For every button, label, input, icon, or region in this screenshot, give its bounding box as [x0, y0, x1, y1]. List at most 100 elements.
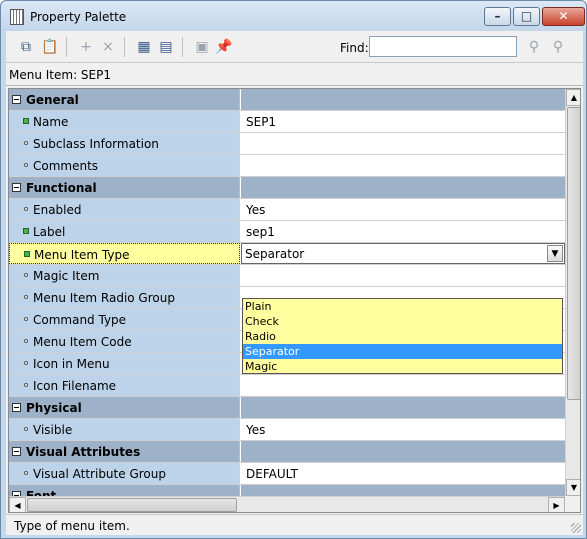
property-name-cell: Visible [9, 419, 240, 440]
dropdown-option-highlighted[interactable]: Separator [243, 344, 562, 359]
menu-item-type-select[interactable]: Separator ▼ [241, 243, 565, 264]
status-bar: Type of menu item. [6, 514, 583, 535]
property-name-cell: Icon in Menu [9, 353, 240, 374]
default-bullet-icon [24, 471, 28, 475]
add-icon[interactable]: + [76, 37, 96, 57]
property-label: Name [33, 115, 69, 129]
find-next-icon[interactable]: ⚲ [548, 37, 568, 57]
property-name-cell: Comments [9, 155, 240, 176]
vertical-scrollbar[interactable]: ▲ ▼ [565, 89, 580, 496]
property-value-cell[interactable]: Yes [241, 419, 565, 440]
group-visual-attributes[interactable]: Visual Attributes [9, 441, 565, 463]
scroll-up-icon[interactable]: ▲ [566, 89, 580, 106]
scroll-down-icon[interactable]: ▼ [566, 479, 580, 496]
toolbar: ⧉ 📋 + × ▦ ▤ ▣ 📌 Find: ⚲ ⚲ [6, 31, 583, 63]
close-button[interactable]: ✕ [542, 7, 585, 26]
scroll-right-icon[interactable]: ▶ [548, 497, 565, 512]
property-value-cell[interactable] [241, 133, 565, 154]
horizontal-scroll-thumb[interactable] [27, 498, 237, 512]
property-value-cell[interactable]: SEP1 [241, 111, 565, 132]
property-value-cell[interactable] [241, 375, 565, 396]
chevron-down-icon[interactable]: ▼ [547, 245, 563, 262]
group-general[interactable]: General [9, 89, 565, 111]
paste-icon[interactable]: 📋 [40, 37, 60, 57]
property-label: Label [33, 225, 66, 239]
property-value-cell[interactable] [241, 155, 565, 176]
default-bullet-icon [24, 141, 28, 145]
default-bullet-icon [24, 427, 28, 431]
group-functional[interactable]: Functional [9, 177, 565, 199]
property-name-cell: Label [9, 221, 240, 242]
dropdown-option[interactable]: Check [243, 314, 562, 329]
horizontal-scrollbar[interactable]: ◀ ▶ [9, 496, 565, 512]
delete-icon[interactable]: × [98, 37, 118, 57]
property-row-menu-item-type[interactable]: Menu Item Type Separator ▼ [9, 243, 565, 265]
toolbar-separator [124, 37, 125, 57]
property-label: Visible [33, 423, 73, 437]
modified-bullet-icon [23, 118, 29, 124]
property-row-visible[interactable]: Visible Yes [9, 419, 565, 441]
property-label: Visual Attribute Group [33, 467, 166, 481]
property-value-cell[interactable]: Yes [241, 199, 565, 220]
property-label: Command Type [33, 313, 127, 327]
property-name-cell: Magic Item [9, 265, 240, 286]
inherit-icon[interactable]: ▣ [192, 37, 212, 57]
pin-icon[interactable]: 📌 [214, 37, 234, 57]
title-bar[interactable]: Property Palette – □ ✕ [1, 1, 586, 31]
property-row-visual-attribute-group[interactable]: Visual Attribute Group DEFAULT [9, 463, 565, 485]
property-label: Magic Item [33, 269, 100, 283]
property-row-magic-item[interactable]: Magic Item [9, 265, 565, 287]
group-label: Visual Attributes [26, 445, 141, 459]
property-label: Menu Item Code [33, 335, 132, 349]
default-bullet-icon [24, 339, 28, 343]
collapse-icon[interactable] [12, 403, 21, 412]
default-bullet-icon [24, 317, 28, 321]
dropdown-option[interactable]: Plain [243, 299, 562, 314]
property-value-cell[interactable]: DEFAULT [241, 463, 565, 484]
dropdown-option[interactable]: Magic [243, 359, 562, 374]
union-icon[interactable]: ▤ [156, 37, 176, 57]
property-name-cell: Menu Item Radio Group [9, 287, 240, 308]
property-value: SEP1 [246, 115, 277, 129]
property-value-cell[interactable]: Separator ▼ [241, 243, 565, 264]
vertical-scroll-thumb[interactable] [567, 107, 580, 400]
maximize-icon: □ [520, 9, 533, 23]
collapse-icon[interactable] [12, 95, 21, 104]
group-value-cell [241, 177, 565, 198]
default-bullet-icon [24, 273, 28, 277]
property-row-comments[interactable]: Comments [9, 155, 565, 177]
property-row-enabled[interactable]: Enabled Yes [9, 199, 565, 221]
property-label: Menu Item Radio Group [33, 291, 175, 305]
group-name-cell: Visual Attributes [9, 441, 240, 462]
minimize-button[interactable]: – [484, 7, 511, 26]
property-row-label[interactable]: Label sep1 [9, 221, 565, 243]
property-value-cell[interactable] [241, 265, 565, 286]
group-physical[interactable]: Physical [9, 397, 565, 419]
copy-icon[interactable]: ⧉ [16, 37, 36, 57]
resize-grip-icon[interactable] [571, 523, 581, 533]
find-input[interactable] [369, 36, 517, 57]
scroll-left-icon[interactable]: ◀ [9, 497, 26, 512]
status-text: Type of menu item. [14, 519, 130, 533]
dropdown-option[interactable]: Radio [243, 329, 562, 344]
group-label: General [26, 93, 79, 107]
intersection-icon[interactable]: ▦ [134, 37, 154, 57]
collapse-icon[interactable] [12, 447, 21, 456]
property-palette-app-icon [10, 9, 24, 25]
group-value-cell [241, 441, 565, 462]
property-row-icon-filename[interactable]: Icon Filename [9, 375, 565, 397]
maximize-button[interactable]: □ [513, 7, 540, 26]
property-name-cell: Name [9, 111, 240, 132]
collapse-icon[interactable] [12, 183, 21, 192]
property-row-name[interactable]: Name SEP1 [9, 111, 565, 133]
property-row-subclass[interactable]: Subclass Information [9, 133, 565, 155]
property-value-cell[interactable]: sep1 [241, 221, 565, 242]
menu-item-type-dropdown[interactable]: Plain Check Radio Separator Magic [242, 298, 563, 374]
property-value: DEFAULT [246, 467, 298, 481]
property-palette-window: Property Palette – □ ✕ ⧉ 📋 + × ▦ ▤ ▣ 📌 F… [0, 0, 587, 539]
scrollbar-corner [565, 496, 580, 512]
find-previous-icon[interactable]: ⚲ [524, 37, 544, 57]
toolbar-separator [66, 37, 67, 57]
find-label: Find: [340, 41, 369, 55]
group-label: Physical [26, 401, 82, 415]
